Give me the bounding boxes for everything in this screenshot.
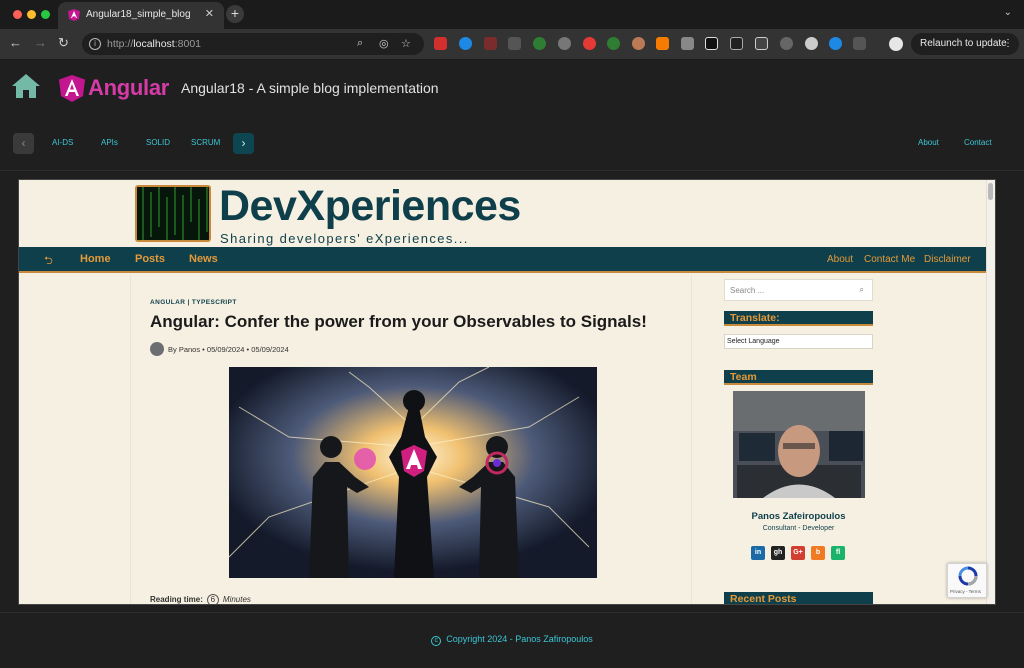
team-member-photo — [733, 391, 865, 498]
recaptcha-badge[interactable]: Privacy - Terms — [947, 563, 987, 598]
extension-4-icon[interactable] — [508, 37, 521, 50]
back-arrow-icon[interactable]: ← — [9, 35, 22, 50]
app-nav: ‹ AI-DS APIs SOLID SCRUM › About Contact — [0, 131, 1024, 157]
forward-arrow-icon[interactable]: → — [34, 35, 47, 50]
blogger-icon[interactable]: b — [811, 546, 825, 560]
window-zoom-button[interactable] — [41, 10, 50, 19]
extension-9-icon[interactable] — [632, 37, 645, 50]
angular-app: Angular Angular18 - A simple blog implem… — [0, 61, 1024, 668]
angular-logo-icon — [59, 75, 85, 102]
recaptcha-links[interactable]: Privacy - Terms — [950, 589, 981, 594]
linkedin-icon[interactable]: in — [751, 546, 765, 560]
extension-6-icon[interactable] — [558, 37, 571, 50]
grammarly-extension-icon[interactable] — [533, 37, 546, 50]
browser-tab[interactable]: Angular18_simple_blog ✕ — [58, 2, 224, 29]
blog-nav-home[interactable]: Home — [80, 253, 111, 265]
team-widget-title: Team — [724, 370, 873, 385]
blog-logo-image[interactable] — [135, 185, 211, 242]
zoom-icon[interactable]: ⌕ — [357, 37, 363, 50]
nav-item-ai-ds[interactable]: AI-DS — [52, 138, 73, 147]
reading-time: Reading time: 6 Minutes — [150, 594, 251, 604]
team-member-role: Consultant - Developer — [762, 525, 835, 532]
tab-title: Angular18_simple_blog — [86, 9, 191, 20]
nav-item-about[interactable]: About — [918, 138, 939, 147]
relaunch-to-update-button[interactable]: Relaunch to update ⋮ — [911, 33, 1019, 55]
angular-favicon-icon — [68, 9, 80, 21]
markdown-extension-icon[interactable] — [730, 37, 743, 50]
blog-title[interactable]: DevXperiences — [219, 182, 521, 231]
blog-scrollbar-thumb[interactable] — [988, 183, 993, 200]
window-close-button[interactable] — [13, 10, 22, 19]
extensions-puzzle-icon[interactable] — [853, 37, 866, 50]
bookmark-star-icon[interactable]: ☆ — [401, 37, 411, 50]
author-avatar — [150, 342, 164, 356]
footer-divider — [0, 612, 1024, 613]
color-picker-extension-icon[interactable] — [583, 37, 596, 50]
extension-3-icon[interactable] — [484, 37, 497, 50]
extension-11-icon[interactable] — [681, 37, 694, 50]
site-info-icon[interactable]: i — [89, 38, 101, 50]
byline-text: By Panos • 05/09/2024 • 05/09/2024 — [168, 345, 289, 354]
post-categories[interactable]: ANGULAR | TYPESCRIPT — [150, 299, 237, 306]
blog-nav-news[interactable]: News — [189, 253, 218, 265]
nav-next-button[interactable]: › — [233, 133, 254, 154]
back-arrow-icon[interactable]: ⮌ — [44, 252, 53, 271]
post-content: ANGULAR | TYPESCRIPT Angular: Confer the… — [130, 275, 692, 604]
blog-nav-disclaimer[interactable]: Disclaimer — [924, 254, 971, 265]
nav-prev-button[interactable]: ‹ — [13, 133, 34, 154]
tab-close-icon[interactable]: ✕ — [205, 7, 214, 20]
blog-nav-contact[interactable]: Contact Me — [864, 254, 915, 265]
browser-toolbar: ← → ↻ i http://localhost:8001 ⌕ ◎ ☆ Rela… — [0, 29, 1024, 60]
extension-10-icon[interactable] — [656, 37, 669, 50]
blog-iframe: DevXperiences Sharing developers' eXperi… — [18, 179, 996, 605]
nav-item-scrum[interactable]: SCRUM — [191, 138, 220, 147]
eye-off-icon[interactable]: ◎ — [379, 37, 389, 50]
extension-16-icon[interactable] — [805, 37, 818, 50]
extension-17-icon[interactable] — [829, 37, 842, 50]
tab-search-chevron-icon[interactable]: ⌄ — [1004, 7, 1012, 18]
recaptcha-icon — [958, 566, 978, 586]
blog-scrollbar[interactable] — [986, 180, 995, 604]
blog-nav-posts[interactable]: Posts — [135, 253, 165, 265]
github-icon[interactable]: gh — [771, 546, 785, 560]
extension-2-icon[interactable] — [459, 37, 472, 50]
new-tab-button[interactable]: + — [226, 5, 244, 23]
app-footer: c Copyright 2024 - Panos Zafiropoulos — [0, 634, 1024, 646]
nav-item-solid[interactable]: SOLID — [146, 138, 170, 147]
post-title[interactable]: Angular: Confer the power from your Obse… — [150, 312, 647, 332]
reload-icon[interactable]: ↻ — [58, 35, 69, 51]
profile-avatar[interactable] — [889, 37, 903, 51]
address-url[interactable]: http://localhost:8001 — [107, 38, 201, 50]
blog-nav-bar: ⮌ Home Posts News About Contact Me Discl… — [19, 247, 987, 273]
recent-posts-widget-title: Recent Posts — [724, 592, 873, 604]
google-plus-icon[interactable]: G+ — [791, 546, 805, 560]
extension-15-icon[interactable] — [780, 37, 793, 50]
browser-tab-bar: Angular18_simple_blog ✕ + ⌄ — [0, 0, 1024, 29]
language-select[interactable]: Select Language — [724, 334, 873, 349]
post-hero-image — [229, 367, 597, 578]
address-bar[interactable]: i http://localhost:8001 ⌕ ◎ ☆ — [82, 33, 424, 55]
blog-nav-about[interactable]: About — [827, 254, 853, 265]
nav-item-apis[interactable]: APIs — [101, 138, 118, 147]
translate-widget-title: Translate: — [724, 311, 873, 326]
window-minimize-button[interactable] — [27, 10, 36, 19]
search-icon[interactable]: ⌕ — [860, 285, 864, 295]
more-menu-icon[interactable]: ⋮ — [1003, 33, 1013, 55]
blog-search-input[interactable]: Search ... ⌕ — [724, 279, 873, 301]
flickr-icon[interactable]: fl — [831, 546, 845, 560]
copyright-icon: c — [431, 636, 442, 646]
app-title: Angular18 - A simple blog implementation — [181, 80, 439, 96]
extension-14-icon[interactable] — [755, 37, 768, 50]
adblock-extension-icon[interactable] — [434, 37, 447, 50]
blog-tagline: Sharing developers' eXperiences... — [220, 231, 469, 246]
angular-brand-text: Angular — [88, 75, 170, 100]
header-divider — [0, 170, 1024, 171]
nav-item-contact[interactable]: Contact — [964, 138, 992, 147]
team-member-name: Panos Zafeiropoulos — [751, 511, 846, 522]
extension-12-icon[interactable] — [705, 37, 718, 50]
home-icon[interactable] — [11, 73, 41, 99]
extension-8-icon[interactable] — [607, 37, 620, 50]
